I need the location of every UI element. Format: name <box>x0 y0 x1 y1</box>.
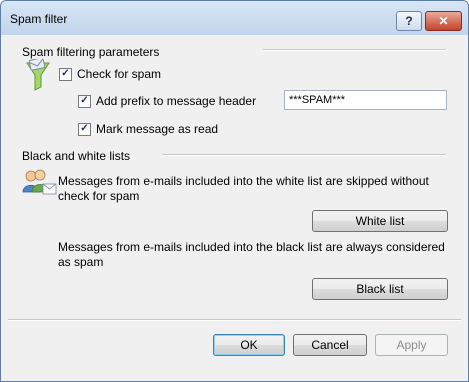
apply-button[interactable]: Apply <box>375 334 448 356</box>
title-bar: Spam filter ? ✕ <box>1 1 468 35</box>
section-divider <box>263 49 446 51</box>
mark-read-row[interactable]: ✓ Mark message as read <box>78 122 218 136</box>
mark-read-label: Mark message as read <box>96 122 219 136</box>
ok-button[interactable]: OK <box>213 334 285 356</box>
check-for-spam-checkbox[interactable]: ✓ <box>59 67 72 81</box>
check-for-spam-row[interactable]: ✓ Check for spam <box>59 67 161 81</box>
white-list-description: Messages from e-mails included into the … <box>58 174 429 203</box>
lists-heading: Black and white lists <box>22 149 131 163</box>
section-divider <box>162 154 446 156</box>
check-for-spam-label: Check for spam <box>77 67 162 81</box>
white-list-button[interactable]: White list <box>312 210 448 232</box>
help-button[interactable]: ? <box>396 11 422 31</box>
footer-divider <box>8 319 461 321</box>
users-icon <box>21 168 57 196</box>
add-prefix-checkbox[interactable]: ✓ <box>78 94 91 108</box>
mark-read-checkbox[interactable]: ✓ <box>78 122 91 136</box>
add-prefix-row[interactable]: ✓ Add prefix to message header <box>78 94 256 108</box>
spam-params-heading: Spam filtering parameters <box>22 45 160 59</box>
black-list-button[interactable]: Black list <box>312 278 448 300</box>
window-title: Spam filter <box>10 12 68 26</box>
add-prefix-label: Add prefix to message header <box>96 94 257 108</box>
spam-prefix-input[interactable]: ***SPAM*** <box>284 90 447 110</box>
filter-funnel-icon <box>24 57 52 93</box>
cancel-button[interactable]: Cancel <box>293 334 367 356</box>
spam-filter-dialog: Spam filter ? ✕ Spam filtering parameter… <box>0 0 469 382</box>
dialog-content: Spam filtering parameters ✓ Check for sp… <box>8 35 461 374</box>
black-list-description: Messages from e-mails included into the … <box>58 240 445 269</box>
close-button[interactable]: ✕ <box>425 11 462 31</box>
